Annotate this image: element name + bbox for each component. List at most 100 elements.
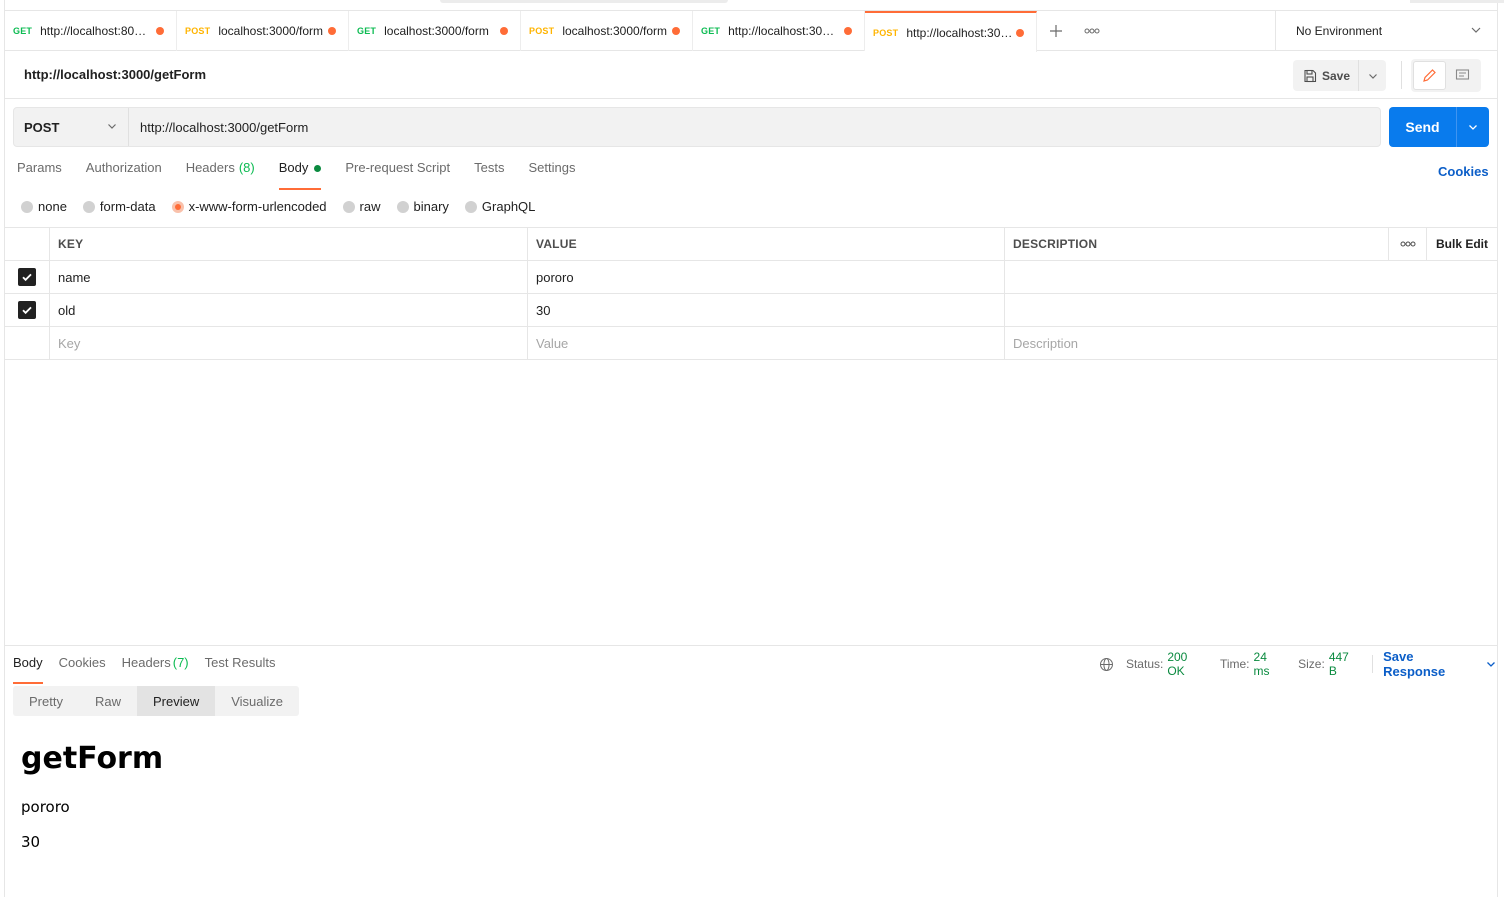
tab-headers[interactable]: Headers (8) (186, 160, 255, 184)
radio-circle-icon (342, 200, 355, 213)
url-bar: POST (13, 107, 1381, 147)
response-tab-headers[interactable]: Headers (7) (122, 655, 189, 677)
row-checkbox[interactable] (18, 301, 36, 319)
size-value[interactable]: 447 B (1329, 650, 1360, 678)
radio-raw[interactable]: raw (342, 199, 381, 214)
radio-circle-icon (82, 200, 95, 213)
response-pane: Body Cookies Headers (7) Test Results Sta… (5, 645, 1497, 897)
tab-url: http://localhost:8080/ (40, 24, 151, 38)
description-cell[interactable] (1005, 261, 1497, 293)
tab-method: GET (13, 26, 33, 36)
edit-pencil-button[interactable] (1413, 61, 1446, 90)
description-cell[interactable] (1005, 294, 1497, 326)
radio-form-data[interactable]: form-data (82, 199, 156, 214)
tab-body[interactable]: Body (278, 160, 322, 190)
tab-label: Tests (474, 160, 505, 175)
save-dropdown[interactable] (1359, 70, 1386, 82)
row-checkbox[interactable] (18, 268, 36, 286)
response-tab-test-results[interactable]: Test Results (205, 655, 276, 677)
value-placeholder[interactable]: Value (528, 327, 1005, 359)
url-input[interactable] (129, 108, 1380, 146)
view-preview[interactable]: Preview (136, 686, 216, 716)
view-pretty[interactable]: Pretty (13, 686, 79, 716)
table-options-icon[interactable] (1389, 228, 1427, 260)
tab-label: Params (17, 160, 62, 175)
radio-graphql[interactable]: GraphQL (464, 199, 535, 214)
tab-method: POST (873, 27, 899, 38)
tab-method: POST (529, 26, 555, 36)
unsaved-dot-icon (1016, 29, 1024, 37)
row-checkbox-cell (5, 261, 50, 293)
tab-url: http://localhost:3000/getForm (906, 25, 1016, 40)
request-tab-active[interactable]: POST http://localhost:3000/getForm (865, 11, 1037, 52)
request-tab[interactable]: GET localhost:3000/form (349, 11, 521, 51)
radio-label: binary (413, 199, 449, 214)
save-response-button[interactable]: Save Response (1372, 649, 1497, 679)
environment-selector[interactable]: No Environment (1275, 11, 1497, 51)
status-value[interactable]: 200 OK (1167, 650, 1208, 678)
radio-label: form-data (99, 199, 156, 214)
tab-method: POST (185, 26, 211, 36)
tab-method: GET (357, 26, 377, 36)
tab-params[interactable]: Params (17, 160, 62, 184)
radio-label: x-www-form-urlencoded (188, 199, 327, 214)
comments-button[interactable] (1446, 61, 1479, 90)
environment-label: No Environment (1296, 24, 1383, 38)
tab-url: localhost:3000/form (562, 24, 668, 38)
table-row: name pororo (5, 261, 1497, 294)
bulk-edit-button[interactable]: Bulk Edit (1427, 228, 1497, 260)
new-tab-plus-icon[interactable] (1037, 11, 1075, 51)
tab-prerequest-script[interactable]: Pre-request Script (345, 160, 450, 184)
chevron-down-icon (1469, 125, 1477, 130)
row-checkbox-cell (5, 294, 50, 326)
request-tab[interactable]: POST localhost:3000/form (521, 11, 693, 51)
preview-heading: getForm (21, 741, 164, 776)
pencil-icon (1423, 69, 1436, 82)
view-visualize[interactable]: Visualize (215, 686, 299, 716)
tab-settings[interactable]: Settings (528, 160, 575, 184)
globe-icon[interactable] (1099, 657, 1114, 672)
request-tab[interactable]: GET http://localhost:3000/ (693, 11, 865, 51)
tab-url: localhost:3000/form (218, 24, 324, 38)
status-label: Status: (1125, 657, 1164, 671)
response-tab-cookies[interactable]: Cookies (59, 655, 106, 677)
chevron-down-icon (1368, 73, 1377, 79)
value-cell[interactable]: pororo (528, 261, 1005, 293)
tab-tests[interactable]: Tests (474, 160, 504, 184)
body-type-radios: none form-data x-www-form-urlencoded raw… (21, 199, 535, 214)
key-cell[interactable]: name (50, 261, 528, 293)
send-label: Send (1389, 107, 1457, 147)
header-check-cell (5, 228, 50, 260)
time-value[interactable]: 24 ms (1254, 650, 1287, 678)
send-dropdown[interactable] (1457, 107, 1489, 147)
send-button[interactable]: Send (1389, 107, 1489, 147)
more-tabs-icon[interactable] (1075, 11, 1109, 51)
view-raw[interactable]: Raw (79, 686, 137, 716)
value-cell[interactable]: 30 (528, 294, 1005, 326)
description-placeholder[interactable]: Description (1005, 327, 1497, 359)
key-cell[interactable]: old (50, 294, 528, 326)
request-header: http://localhost:3000/getForm Save (5, 51, 1497, 99)
method-select[interactable]: POST (14, 108, 129, 146)
key-placeholder[interactable]: Key (50, 327, 528, 359)
tab-url: http://localhost:3000/ (728, 24, 839, 38)
tab-authorization[interactable]: Authorization (86, 160, 162, 184)
request-title[interactable]: http://localhost:3000/getForm (24, 67, 206, 82)
response-tab-body[interactable]: Body (13, 655, 43, 684)
cookies-link[interactable]: Cookies (1438, 164, 1489, 179)
radio-urlencoded[interactable]: x-www-form-urlencoded (171, 199, 327, 214)
save-button[interactable]: Save (1293, 60, 1386, 91)
unsaved-dot-icon (844, 27, 852, 35)
tab-url: localhost:3000/form (384, 24, 489, 38)
radio-binary[interactable]: binary (396, 199, 449, 214)
checkmark-icon (22, 306, 32, 315)
tab-label: Pre-request Script (345, 160, 451, 175)
request-tab[interactable]: POST localhost:3000/form (177, 11, 349, 51)
radio-none[interactable]: none (21, 199, 67, 214)
sidebar-toggle-group (1411, 59, 1481, 92)
request-tab[interactable]: GET http://localhost:8080/ (5, 11, 177, 51)
scroll-indicator (440, 0, 728, 3)
save-response-label: Save Response (1383, 649, 1446, 679)
row-checkbox-cell (5, 327, 50, 359)
response-preview: getForm pororo 30 (21, 741, 163, 868)
